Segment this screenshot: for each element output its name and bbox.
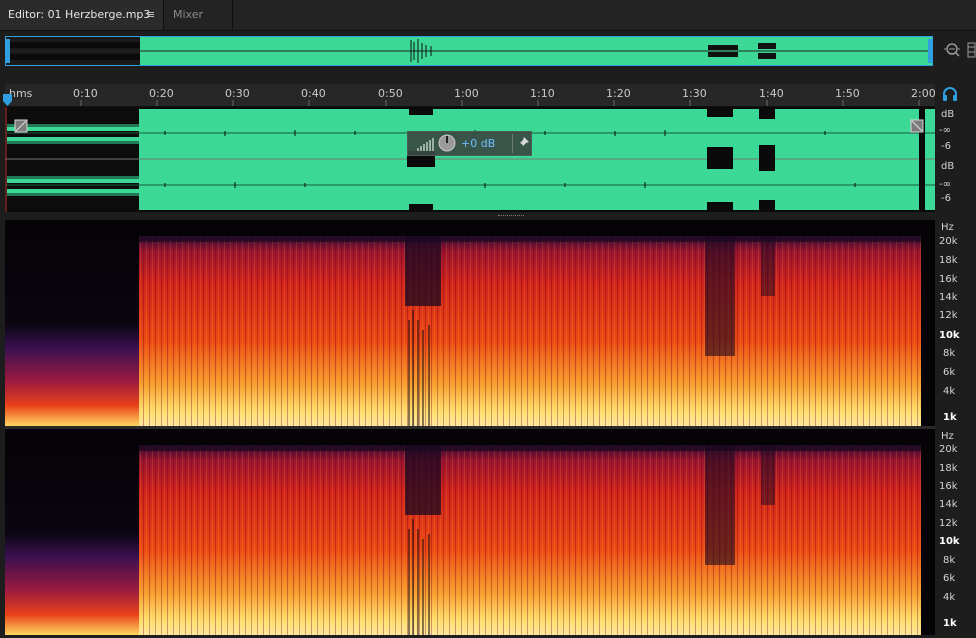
tab-mixer-label: Mixer (173, 8, 204, 21)
zoom-full-icon[interactable] (942, 40, 962, 60)
freq-label: 8k (943, 555, 956, 566)
splitter-grip (498, 215, 524, 218)
overview-waveform (6, 37, 932, 65)
freq-label: 8k (943, 348, 956, 359)
view-splitter[interactable] (5, 212, 935, 220)
time-ruler[interactable]: hms 0:10 0:20 0:30 0:40 0:50 1:00 1:10 1… (5, 84, 936, 107)
headphones-icon[interactable] (942, 86, 958, 102)
freq-unit: Hz (941, 222, 954, 233)
freq-label: 10k (939, 330, 960, 341)
freq-label: 6k (943, 573, 956, 584)
volume-value[interactable]: +0 dB (461, 137, 495, 150)
hud-volume-control: +0 dB (407, 131, 532, 156)
level-meter-icon (417, 138, 434, 151)
amplitude-ruler: dB -∞ -6 dB -∞ -6 (936, 107, 976, 212)
tab-editor[interactable]: Editor: 01 Herzberge.mp3 (0, 0, 164, 30)
panel-edge-icon[interactable] (967, 42, 976, 58)
spectrogram-graphic (5, 220, 935, 426)
spectrogram-graphic (5, 429, 935, 635)
level-unit: dB (941, 109, 955, 120)
panel-tab-bar: Editor: 01 Herzberge.mp3 ≡ Mixer (0, 0, 976, 31)
tab-editor-label: Editor: 01 Herzberge.mp3 (8, 8, 151, 21)
freq-label: 4k (943, 592, 956, 603)
tab-menu-icon[interactable]: ≡ (146, 0, 158, 30)
freq-label: 12k (939, 310, 958, 321)
level-label: -∞ (939, 179, 951, 190)
freq-label: 1k (943, 412, 957, 423)
waveform-view[interactable] (5, 107, 935, 212)
freq-label: 12k (939, 518, 958, 529)
frequency-ruler-channel-2: Hz 20k 18k 16k 14k 12k 10k 8k 6k 4k 1k (936, 429, 976, 635)
pin-icon[interactable] (516, 136, 530, 150)
frequency-ruler-channel-1: Hz 20k 18k 16k 14k 12k 10k 8k 6k 4k 1k (936, 220, 976, 426)
level-label: -∞ (939, 125, 951, 136)
freq-unit: Hz (941, 431, 954, 442)
freq-label: 14k (939, 292, 958, 303)
spectral-view-channel-1[interactable] (5, 220, 935, 426)
freq-label: 1k (943, 618, 957, 629)
freq-label: 16k (939, 274, 958, 285)
freq-label: 20k (939, 236, 958, 247)
freq-label: 14k (939, 499, 958, 510)
overview-navigator[interactable] (5, 36, 933, 66)
freq-label: 4k (943, 386, 956, 397)
freq-label: 10k (939, 536, 960, 547)
spectral-view-channel-2[interactable] (5, 429, 935, 635)
freq-label: 6k (943, 367, 956, 378)
level-label: -6 (941, 193, 951, 204)
hud-divider (512, 134, 513, 153)
freq-label: 18k (939, 255, 958, 266)
ruler-ticks (80, 100, 920, 106)
playhead-marker[interactable] (3, 94, 12, 106)
volume-knob-icon[interactable] (438, 134, 456, 152)
tab-mixer[interactable]: Mixer (165, 0, 233, 30)
freq-label: 18k (939, 463, 958, 474)
level-unit: dB (941, 161, 955, 172)
level-label: -6 (941, 141, 951, 152)
freq-label: 16k (939, 481, 958, 492)
waveform-graphic (5, 107, 935, 212)
freq-label: 20k (939, 444, 958, 455)
